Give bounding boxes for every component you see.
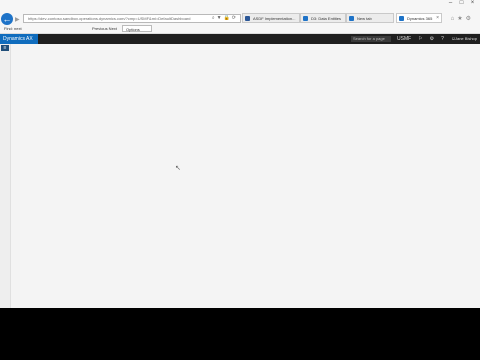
bell-icon[interactable]: ⚐ (418, 36, 422, 42)
options-dropdown[interactable]: Options (122, 25, 152, 32)
tab-favicon-icon (349, 16, 354, 21)
nav-rail: ≡ (0, 44, 11, 308)
window-controls: – □ × (445, 0, 478, 7)
address-bar[interactable]: https://dev-contoso.sandbox.operations.d… (23, 14, 241, 23)
mouse-cursor-icon: ↖ (175, 165, 181, 172)
tab-label: D3: Data Entities (311, 16, 342, 21)
app-bar-icons: USMF ⚐ ⚙ ? ☺ (397, 34, 456, 44)
url-text: https://dev-contoso.sandbox.operations.d… (28, 16, 191, 21)
company-picker[interactable]: USMF (397, 36, 411, 42)
user-name[interactable]: Jane Bishop (455, 34, 477, 44)
tab-label: ASDF Implementation... (253, 16, 296, 21)
close-button[interactable]: × (467, 0, 478, 7)
app-bar: Dynamics AX Search for a page USMF ⚐ ⚙ ?… (0, 34, 480, 44)
tab-favicon-icon (245, 16, 250, 21)
tab-favicon-icon (399, 16, 404, 21)
close-tab-icon[interactable]: × (436, 15, 439, 21)
tab-dynamics[interactable]: Dynamics 365 × (396, 13, 442, 23)
find-bar: Find: next Previous Next Options (0, 24, 480, 33)
browser-chrome: – □ × ← ▶ https://dev-contoso.sandbox.op… (0, 0, 480, 34)
minimize-button[interactable]: – (445, 0, 456, 7)
find-nav[interactable]: Previous Next (92, 26, 117, 31)
tab-data-entities[interactable]: D3: Data Entities (300, 13, 346, 23)
address-bar-icons[interactable]: ⌕▼🔒⟳ (212, 15, 238, 21)
tab-label: Dynamics 365 (407, 16, 433, 21)
hamburger-icon[interactable]: ≡ (1, 45, 9, 51)
brand-title[interactable]: Dynamics AX (0, 34, 38, 44)
gear-icon[interactable]: ⚙ (430, 36, 434, 42)
search-placeholder: Search for a page (353, 36, 385, 41)
tab-new[interactable]: New tab (346, 13, 394, 23)
page-search-input[interactable]: Search for a page (351, 36, 391, 42)
maximize-button[interactable]: □ (456, 0, 467, 7)
find-label: Find: next (4, 26, 22, 31)
question-icon[interactable]: ? (441, 36, 444, 42)
forward-arrow-icon[interactable]: ▶ (15, 16, 20, 23)
tab-label: New tab (357, 16, 372, 21)
browser-tools[interactable]: ⌂★⚙ (451, 15, 474, 22)
tab-favicon-icon (303, 16, 308, 21)
main-content: ≡ ↖ (0, 44, 480, 308)
tab-implementation[interactable]: ASDF Implementation... (242, 13, 300, 23)
options-label: Options (126, 27, 140, 32)
